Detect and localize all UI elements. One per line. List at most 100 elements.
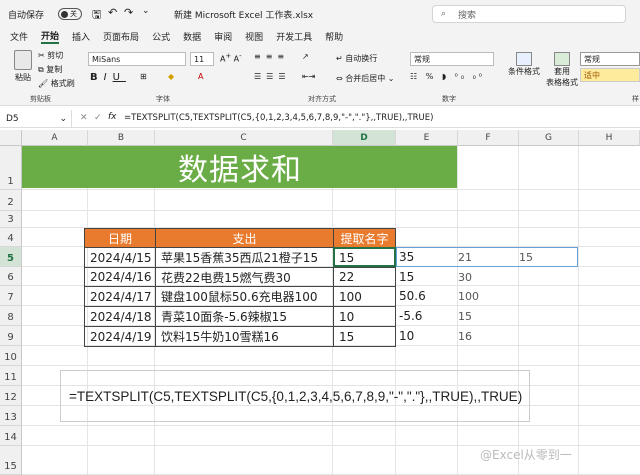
column-header-G[interactable]: G <box>519 130 579 146</box>
autosave-toggle[interactable]: 关 <box>58 8 82 20</box>
column-header-H[interactable]: H <box>579 130 640 146</box>
header-date[interactable]: 日期 <box>84 228 156 248</box>
column-header-B[interactable]: B <box>88 130 155 146</box>
orientation-icon[interactable]: ↗ <box>302 52 309 61</box>
table-cell-name[interactable]: 10 <box>333 306 396 327</box>
undo-icon[interactable]: ↶ <box>108 6 117 19</box>
search-box[interactable]: ⌕ 搜索 <box>432 5 626 23</box>
table-cell-date[interactable]: 2024/4/17 <box>84 286 156 307</box>
menu-4[interactable]: 公式 <box>152 30 170 43</box>
spill-value[interactable]: 15 <box>458 310 472 323</box>
table-cell-name[interactable]: 15 <box>333 326 396 347</box>
column-header-E[interactable]: E <box>396 130 458 146</box>
merge-center-button[interactable]: ⇔ 合并后居中 ⌄ <box>336 73 395 84</box>
font-color-icon[interactable]: A <box>198 72 203 81</box>
formula-input[interactable]: =TEXTSPLIT(C5,TEXTSPLIT(C5,{0,1,2,3,4,5,… <box>124 113 433 123</box>
select-all-corner[interactable] <box>0 130 22 146</box>
ribbon: 粘贴 ✂ 剪切 ⧉ 复制 🖌 格式刷 剪贴板 MiSans 11 A+ A- B… <box>0 44 640 106</box>
menu-9[interactable]: 帮助 <box>325 30 343 43</box>
table-cell-expense[interactable]: 青菜10面条-5.6辣椒15 <box>155 306 334 327</box>
row-header-9[interactable]: 9 <box>0 326 22 346</box>
customize-icon[interactable]: ⌄ <box>142 6 150 16</box>
vertical-align-icons[interactable]: ≡≡≡ <box>254 52 289 61</box>
fx-label[interactable]: fx <box>108 112 117 122</box>
wrap-text-button[interactable]: ↵ 自动换行 <box>336 53 377 64</box>
column-header-C[interactable]: C <box>155 130 333 146</box>
menu-0[interactable]: 文件 <box>10 30 28 43</box>
spill-value[interactable]: 100 <box>458 290 479 303</box>
table-cell-expense[interactable]: 苹果15香蕉35西瓜21橙子15 <box>155 247 334 268</box>
menu-8[interactable]: 开发工具 <box>276 30 312 43</box>
table-cell-name[interactable]: 100 <box>333 286 396 307</box>
conditional-format-button[interactable]: 条件格式 <box>508 52 540 77</box>
spill-value[interactable]: 10 <box>399 329 414 343</box>
spill-value[interactable]: 16 <box>458 330 472 343</box>
style-neutral[interactable]: 适中 <box>580 68 640 82</box>
table-format-button[interactable]: 套用 表格格式 <box>546 52 578 88</box>
style-normal[interactable]: 常规 <box>580 52 640 66</box>
column-header-A[interactable]: A <box>22 130 88 146</box>
save-icon[interactable]: 🖫 <box>92 6 101 25</box>
table-cell-date[interactable]: 2024/4/19 <box>84 326 156 347</box>
font-grow-button[interactable]: A+ A- <box>220 52 241 64</box>
border-icon[interactable]: ⊞ <box>140 72 147 81</box>
menu-1[interactable]: 开始 <box>41 29 60 44</box>
row-header-14[interactable]: 14 <box>0 426 22 446</box>
column-header-F[interactable]: F <box>458 130 519 146</box>
row-header-11[interactable]: 11 <box>0 366 22 386</box>
row-header-15[interactable]: 15 <box>0 446 22 475</box>
fill-color-icon[interactable]: ◆ <box>168 72 174 81</box>
indent-icon[interactable]: ⇤⇥ <box>302 72 315 81</box>
font-name-select[interactable]: MiSans <box>88 52 186 66</box>
menu-7[interactable]: 视图 <box>245 30 263 43</box>
copy-button[interactable]: ⧉ 复制 <box>38 64 62 75</box>
table-cell-date[interactable]: 2024/4/15 <box>84 247 156 268</box>
spill-value[interactable]: 15 <box>399 270 414 284</box>
row-header-8[interactable]: 8 <box>0 306 22 326</box>
wrap-icon: ↵ <box>336 54 343 63</box>
font-style-buttons[interactable]: BIU <box>90 72 126 83</box>
horizontal-align-icons[interactable]: ☰☰☰ <box>254 72 291 81</box>
menu-2[interactable]: 插入 <box>72 30 90 43</box>
column-header-D[interactable]: D <box>333 130 396 146</box>
table-cell-date[interactable]: 2024/4/18 <box>84 306 156 327</box>
cut-button[interactable]: ✂ 剪切 <box>38 50 63 61</box>
table-cell-expense[interactable]: 键盘100鼠标50.6充电器100 <box>155 286 334 307</box>
row-header-7[interactable]: 7 <box>0 286 22 306</box>
watermark: @Excel从零到一 <box>480 448 572 462</box>
menu-5[interactable]: 数据 <box>183 30 201 43</box>
enter-icon[interactable]: ✓ <box>94 113 102 123</box>
table-cell-date[interactable]: 2024/4/16 <box>84 267 156 287</box>
table-cell-expense[interactable]: 饮料15牛奶10雪糕16 <box>155 326 334 347</box>
header-name[interactable]: 提取名字 <box>333 228 396 248</box>
row-header-4[interactable]: 4 <box>0 228 22 247</box>
number-format-icons[interactable]: ☷ % ◗ ⁰₀ ₀⁰ <box>410 72 485 81</box>
merge-icon: ⇔ <box>336 74 343 83</box>
paste-button[interactable]: 粘贴 <box>14 50 32 83</box>
header-expense[interactable]: 支出 <box>155 228 334 248</box>
cancel-icon[interactable]: ✕ <box>80 113 88 123</box>
menu-bar: 文件 开始 插入 页面布局 公式 数据 审阅 视图 开发工具 帮助 <box>0 28 640 44</box>
table-cell-name[interactable]: 22 <box>333 267 396 287</box>
menu-6[interactable]: 审阅 <box>214 30 232 43</box>
row-header-5[interactable]: 5 <box>0 247 22 267</box>
row-header-10[interactable]: 10 <box>0 346 22 366</box>
number-format-select[interactable]: 常规 <box>410 52 494 66</box>
spill-value[interactable]: 50.6 <box>399 289 426 303</box>
format-painter-button[interactable]: 🖌 格式刷 <box>38 78 75 89</box>
row-header-12[interactable]: 12 <box>0 386 22 406</box>
row-header-6[interactable]: 6 <box>0 267 22 286</box>
alignment-group-label: 对齐方式 <box>308 95 336 103</box>
menu-3[interactable]: 页面布局 <box>103 30 139 43</box>
spill-value[interactable]: 30 <box>458 271 472 284</box>
font-size-select[interactable]: 11 <box>190 52 214 66</box>
row-header-13[interactable]: 13 <box>0 406 22 426</box>
name-box[interactable]: D5 ⌄ <box>0 110 72 128</box>
row-header-1[interactable]: 1 <box>0 146 22 190</box>
redo-icon[interactable]: ↷ <box>124 6 133 19</box>
row-header-2[interactable]: 2 <box>0 190 22 211</box>
spill-value[interactable]: -5.6 <box>399 309 422 323</box>
table-cell-expense[interactable]: 花费22电费15燃气费30 <box>155 267 334 287</box>
scissors-icon: ✂ <box>38 51 45 60</box>
row-header-3[interactable]: 3 <box>0 211 22 228</box>
